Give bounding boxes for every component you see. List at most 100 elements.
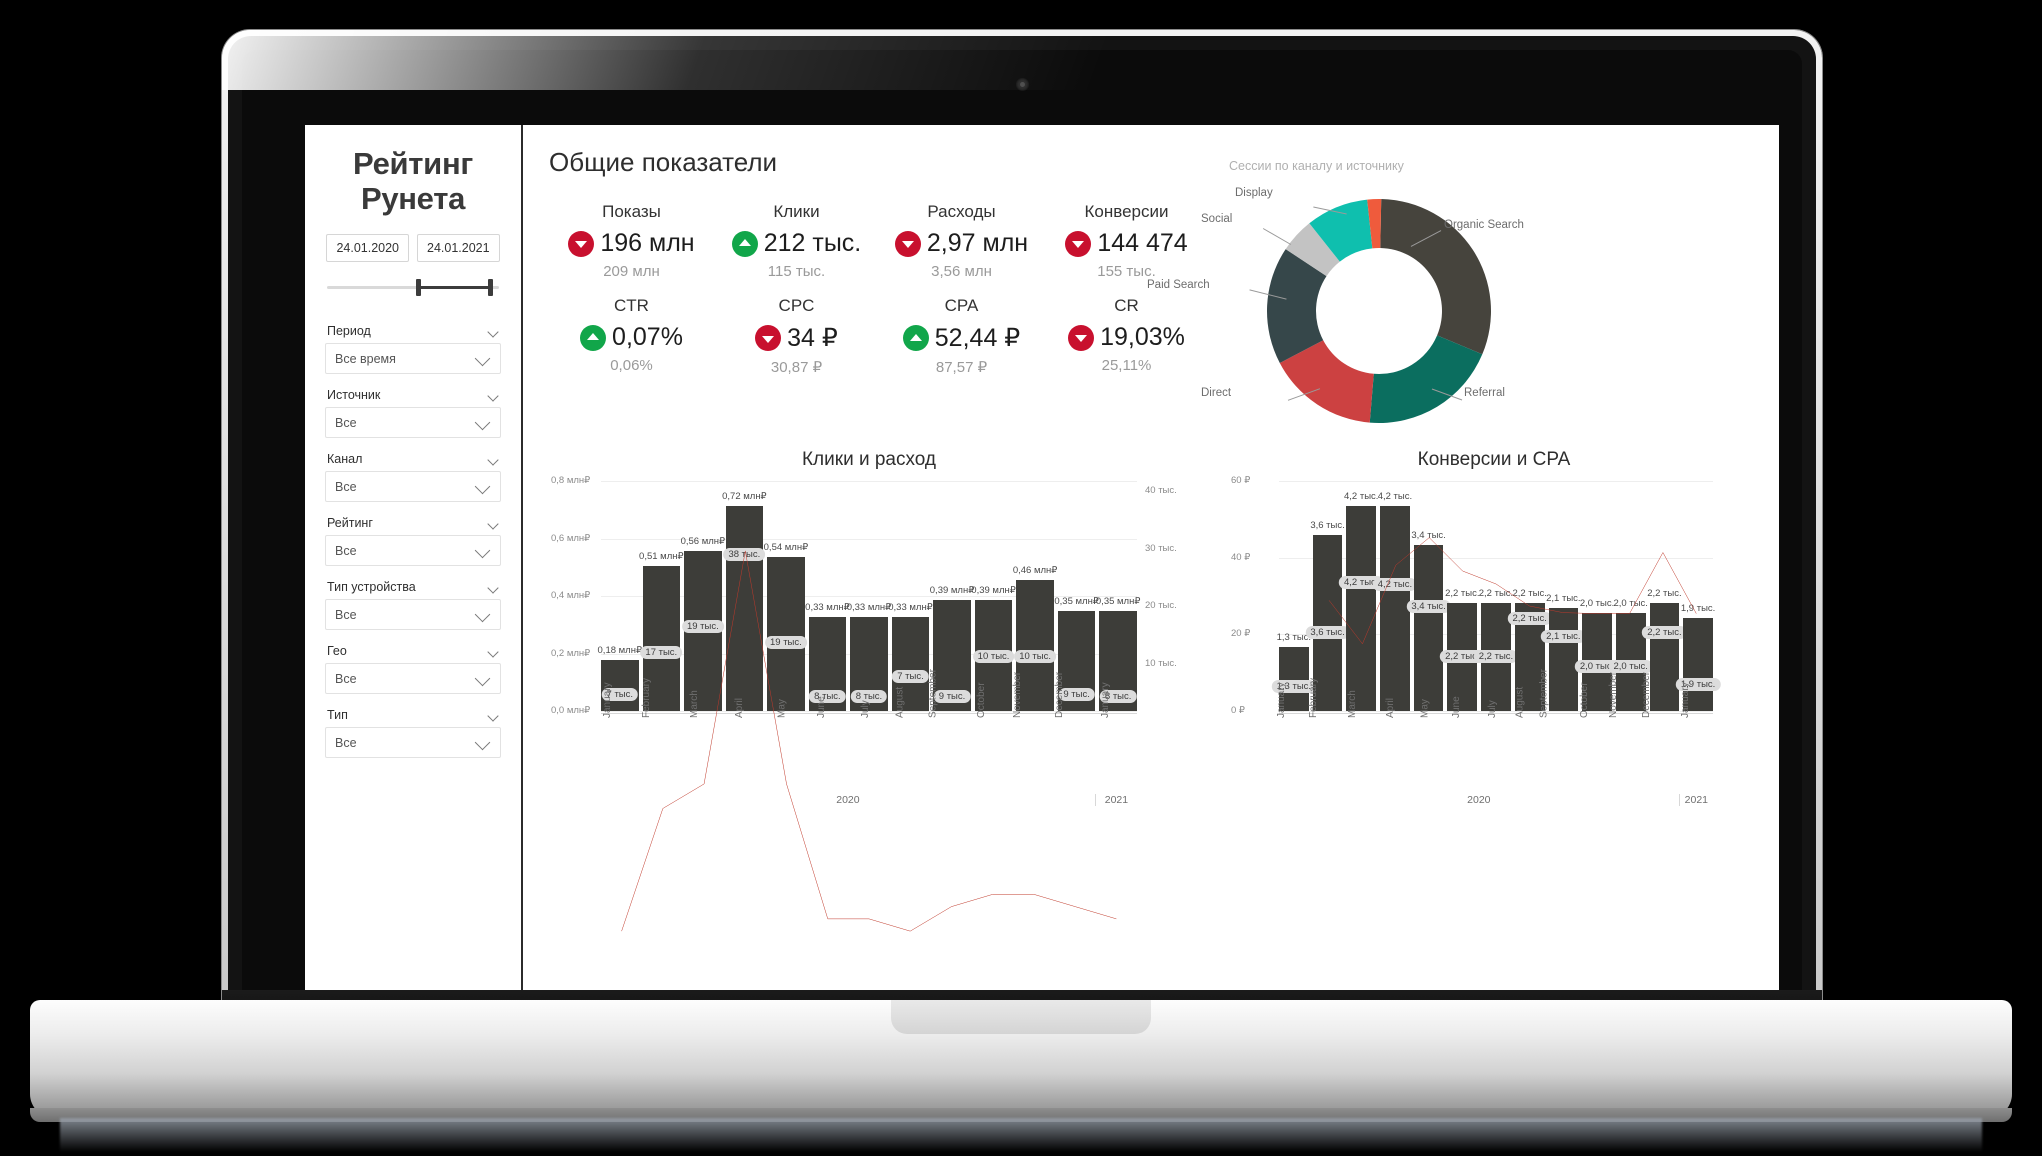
- filter-header-0[interactable]: Период: [325, 324, 501, 343]
- main-content: Общие показатели Показы 196 млн 209 млн Кли…: [523, 125, 1779, 1030]
- x-axis-tick: September: [927, 669, 939, 718]
- bar-column[interactable]: 1,3 тыс. 1,3 тыс.: [1271, 481, 1317, 711]
- bar-column[interactable]: 4,2 тыс. 4,2 тыс.: [1339, 481, 1384, 711]
- kpi-card-primary-1: Клики 212 тыс. 115 тыс.: [714, 202, 879, 280]
- chevron-down-icon: [476, 479, 491, 494]
- filter-value-2: Все: [335, 479, 357, 494]
- kpi-value: 196 млн: [600, 229, 695, 257]
- chevron-down-icon: [488, 518, 499, 529]
- bar-column[interactable]: 3,6 тыс. 3,6 тыс.: [1305, 481, 1350, 711]
- date-to-input[interactable]: 24.01.2021: [417, 234, 500, 263]
- bar-value-label: 3,6 тыс.: [1310, 519, 1345, 531]
- bar-column[interactable]: 0,56 млн₽ 19 тыс.: [681, 481, 725, 711]
- bar-column[interactable]: 3,4 тыс. 3,4 тыс.: [1406, 481, 1451, 711]
- bar-column[interactable]: 0,72 млн₽ 38 тыс.: [722, 481, 767, 711]
- filter-value-5: Все: [335, 671, 357, 686]
- bar-column[interactable]: 0,39 млн₽ 9 тыс.: [930, 481, 974, 711]
- y-axis-tick-left: 60 ₽: [1231, 475, 1251, 486]
- dashboard: Рейтинг Рунета 24.01.2020 24.01.2021 Пер…: [305, 125, 1779, 1030]
- bar-value-label: 4,2 тыс.: [1377, 490, 1413, 502]
- bar-column[interactable]: 1,9 тыс. 1,9 тыс.: [1675, 481, 1721, 711]
- donut-label-5: Display: [1235, 187, 1273, 199]
- date-range-slider[interactable]: [327, 276, 499, 298]
- x-axis-tick: January: [1680, 682, 1692, 718]
- filter-select-0[interactable]: Все время: [325, 343, 501, 375]
- filter-list: Период Все время Источник Все Канал Все Рейтин…: [325, 324, 501, 759]
- filter-select-6[interactable]: Все: [325, 727, 501, 759]
- page-title: Общие показатели: [549, 147, 778, 177]
- filter-header-3[interactable]: Рейтинг: [325, 516, 501, 535]
- bar-column[interactable]: 0,33 млн₽ 8 тыс.: [847, 481, 891, 711]
- filter-header-4[interactable]: Тип устройства: [325, 580, 501, 599]
- sidebar: Рейтинг Рунета 24.01.2020 24.01.2021 Пер…: [305, 125, 523, 1030]
- line-value-label: 2,2 тыс.: [1642, 626, 1687, 639]
- bar-column[interactable]: 0,33 млн₽ 7 тыс.: [888, 481, 933, 711]
- chevron-down-icon: [488, 646, 499, 657]
- filter-header-2[interactable]: Канал: [325, 452, 501, 471]
- chevron-down-icon: [488, 390, 499, 401]
- laptop-base-shadow: [60, 1118, 1982, 1152]
- kpi-main: 19,03%: [1044, 323, 1209, 352]
- screen: Рейтинг Рунета 24.01.2020 24.01.2021 Пер…: [305, 125, 1779, 1030]
- filter-select-1[interactable]: Все: [325, 407, 501, 439]
- date-from-input[interactable]: 24.01.2020: [326, 234, 409, 263]
- kpi-card-secondary-0: CTR 0,07% 0,06%: [549, 296, 714, 376]
- bar-column[interactable]: 2,2 тыс. 2,2 тыс.: [1473, 481, 1519, 711]
- bar[interactable]: [1346, 505, 1377, 711]
- filter-select-5[interactable]: Все: [325, 663, 501, 695]
- x-axis-tick: March: [688, 690, 700, 718]
- filter-select-4[interactable]: Все: [325, 599, 501, 631]
- bar[interactable]: [1380, 505, 1410, 711]
- x-axis-tick: March: [1347, 690, 1359, 718]
- conversions-cpa-chart-card: Конверсии и CPA 60 ₽40 ₽20 ₽0 ₽4 тыс.2 т…: [1229, 449, 1759, 806]
- line-value-label: 10 тыс.: [1014, 650, 1056, 663]
- bar-value-label: 2,1 тыс.: [1546, 593, 1581, 605]
- bar[interactable]: [1413, 544, 1444, 711]
- donut-slice-1[interactable]: [1369, 335, 1483, 423]
- slider-handle-start[interactable]: [416, 279, 422, 297]
- y-axis-tick-left: 0,0 млн₽: [551, 705, 591, 716]
- bar[interactable]: [1548, 608, 1579, 711]
- bar-column[interactable]: 2,1 тыс. 2,1 тыс.: [1541, 481, 1586, 711]
- bar[interactable]: [767, 556, 805, 711]
- donut-chart[interactable]: Organic Search Referral Direct Paid Search S…: [1147, 187, 1524, 431]
- kpi-previous-value: 30,87 ₽: [770, 359, 823, 376]
- slider-handle-end[interactable]: [488, 279, 493, 297]
- bar-column[interactable]: 0,18 млн₽ 7 тыс.: [598, 481, 642, 711]
- top-area: Общие показатели Показы 196 млн 209 млн Кли…: [549, 143, 1759, 443]
- kpi-card-secondary-2: CPA 52,44 ₽ 87,57 ₽: [879, 296, 1044, 376]
- clicks-spend-chart[interactable]: 0,8 млн₽ 0,6 млн₽ 0,4 млн₽ 0,2 млн₽ 0,0 млн₽…: [549, 475, 1189, 806]
- bar-column[interactable]: 0,35 млн₽ 8 тыс.: [1096, 481, 1140, 711]
- filter-value-3: Все: [335, 543, 357, 558]
- bar-value-label: 0,35 млн₽: [1054, 596, 1099, 608]
- chevron-down-icon: [476, 543, 491, 558]
- x-axis-tick: August: [1514, 686, 1526, 718]
- bar[interactable]: [725, 505, 764, 711]
- y-axis-tick-left: 0,2 млн₽: [551, 647, 591, 659]
- bar-column[interactable]: 4,2 тыс. 4,2 тыс.: [1372, 481, 1418, 711]
- filter-0: Период Все время: [325, 324, 501, 375]
- slider-selected-range: [416, 286, 493, 290]
- chevron-down-icon: [476, 607, 491, 622]
- bar[interactable]: [1649, 603, 1680, 711]
- kpi-previous-value: 87,57 ₽: [935, 359, 988, 376]
- bar-column[interactable]: 0,51 млн₽ 17 тыс.: [639, 481, 684, 711]
- bar-column[interactable]: 2,2 тыс. 2,2 тыс.: [1642, 481, 1687, 711]
- x-axis-tick: January: [1100, 682, 1112, 718]
- bar-column[interactable]: 0,54 млн₽ 19 тыс.: [764, 481, 808, 711]
- filter-header-5[interactable]: Гео: [325, 644, 501, 663]
- filter-header-1[interactable]: Источник: [325, 388, 501, 407]
- bar-column[interactable]: 0,33 млн₽ 8 тыс.: [805, 481, 850, 711]
- bar-value-label: 0,39 млн₽: [971, 584, 1016, 596]
- filter-select-3[interactable]: Все: [325, 535, 501, 567]
- bar-column[interactable]: 0,39 млн₽ 10 тыс.: [971, 481, 1016, 711]
- filter-header-6[interactable]: Тип: [325, 708, 501, 727]
- kpi-previous-value: 0,06%: [610, 357, 653, 374]
- y-axis-tick-right: 20 тыс.: [1145, 600, 1177, 611]
- bar-column[interactable]: 2,2 тыс. 2,2 тыс.: [1440, 481, 1485, 711]
- filter-select-2[interactable]: Все: [325, 471, 501, 503]
- y-axis-tick-left: 0 ₽: [1231, 705, 1245, 716]
- conversions-cpa-chart[interactable]: 60 ₽40 ₽20 ₽0 ₽4 тыс.2 тыс.1,3 тыс.1,3 т…: [1229, 475, 1759, 806]
- x-axis-tick: November: [1607, 671, 1619, 718]
- x-axis-year-2021: 2021: [1684, 794, 1709, 806]
